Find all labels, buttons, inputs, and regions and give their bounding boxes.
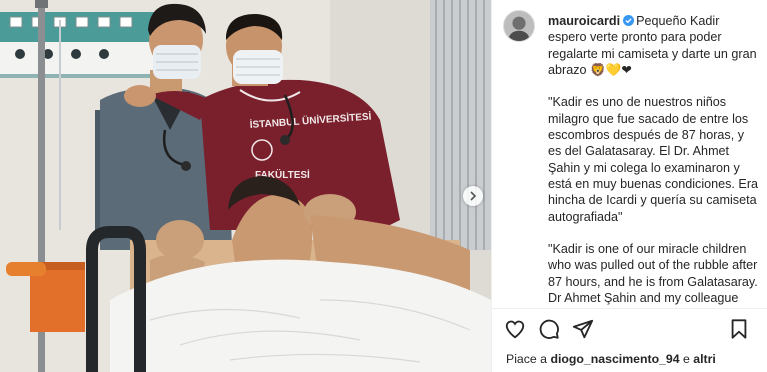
divider	[492, 308, 767, 309]
share-button[interactable]	[572, 318, 594, 340]
likes-summary: Piace a diogo_nascimento_94 e altri	[506, 352, 716, 366]
heart-icon	[505, 320, 525, 339]
comment-bubble-icon	[539, 319, 559, 339]
post-side-panel: mauroicardi Pequeño Kadir espero verte pr…	[491, 0, 767, 372]
post-photo[interactable]: İSTANBUL ÜNİVERSİTESİ FAKÜLTESİ	[0, 0, 491, 372]
avatar[interactable]	[503, 10, 535, 42]
like-button[interactable]	[504, 318, 526, 340]
profile-picture	[504, 11, 534, 41]
likes-others-link[interactable]: altri	[693, 352, 716, 366]
post-caption: mauroicardi Pequeño Kadir espero verte pr…	[548, 13, 760, 308]
username-link[interactable]: mauroicardi	[548, 14, 620, 28]
likes-prefix: Piace a	[506, 352, 548, 366]
comment-button[interactable]	[538, 318, 560, 340]
bookmark-icon	[731, 319, 747, 339]
action-bar	[504, 318, 760, 342]
caption-section[interactable]: mauroicardi Pequeño Kadir espero verte pr…	[492, 0, 767, 308]
liker-username-link[interactable]: diogo_nascimento_94	[550, 352, 679, 366]
likes-joiner: e	[683, 352, 690, 366]
paper-plane-icon	[572, 319, 594, 339]
save-button[interactable]	[728, 318, 750, 340]
hospital-photo-illustration: İSTANBUL ÜNİVERSİTESİ FAKÜLTESİ	[0, 0, 491, 372]
caption-text: Pequeño Kadir espero verte pronto para p…	[548, 14, 759, 308]
next-photo-button[interactable]	[463, 186, 483, 206]
verified-badge-icon	[623, 15, 635, 26]
chevron-right-icon	[470, 191, 477, 201]
